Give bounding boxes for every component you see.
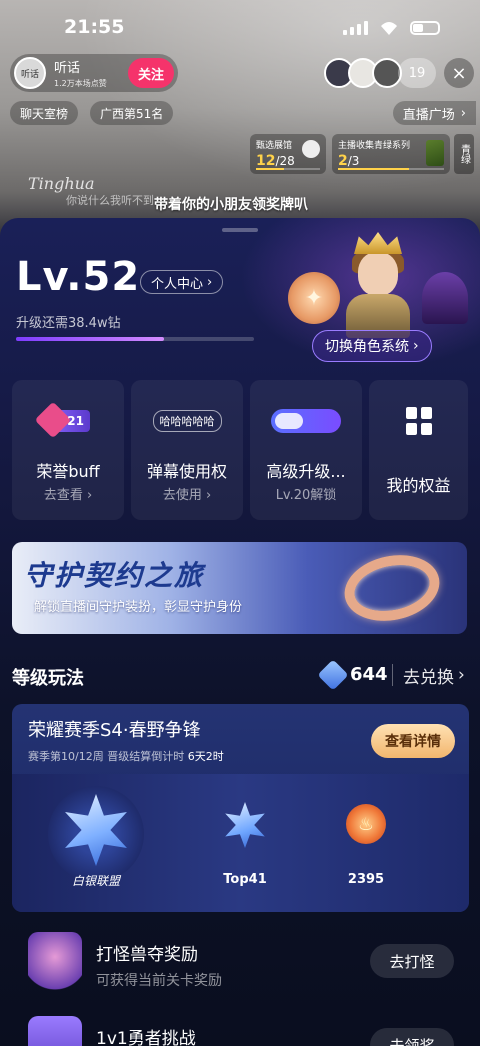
upgrade-requirement: 升级还需38.4w钻 (16, 316, 121, 331)
follow-button[interactable]: 关注 (128, 58, 174, 88)
level-title: Lv.52 (16, 254, 141, 300)
hero-character (340, 232, 416, 338)
status-icons (343, 20, 440, 36)
season-title: 荣耀赛季S4·春野争锋 (28, 720, 201, 741)
collection-card[interactable]: 主播收集青绿系列 2/3 (332, 134, 450, 174)
grid-icon (405, 407, 432, 435)
honor-badge-number: 21 (67, 414, 84, 428)
collection-progress (338, 168, 444, 170)
section-title: 等级玩法 (12, 668, 84, 689)
battery-icon (410, 21, 440, 35)
showcase-card[interactable]: 甄选展馆 12/28 (250, 134, 326, 174)
lyric-line: 你说什么我听不到 (66, 194, 154, 207)
perk-danmaku[interactable]: 哈哈哈哈哈 弹幕使用权 去使用 › (131, 380, 243, 520)
claim-reward-button[interactable]: 去领奖 (370, 1028, 454, 1046)
perk-unlock-requirement: Lv.20解锁 (275, 488, 337, 503)
wifi-icon (381, 22, 397, 35)
silver-league-emblem[interactable]: 白银联盟 (48, 786, 144, 888)
task-subtitle: 可获得当前关卡奖励 (96, 973, 222, 989)
status-bar: 21:55 (0, 14, 480, 42)
task-duel: 1v1勇者挑战 挑战 去领奖 (0, 1008, 480, 1046)
task-monster: 打怪兽夺奖励 可获得当前关卡奖励 去打怪 (0, 924, 480, 1014)
live-plaza-button[interactable]: 直播广场 › (392, 101, 476, 125)
perk-title: 我的权益 (386, 476, 451, 495)
star-emblem-icon (65, 794, 127, 866)
monster-avatar-icon (28, 932, 82, 994)
season-card: 荣耀赛季S4·春野争锋 赛季第10/12周 晋级结算倒计时 6天2时 查看详情 … (12, 704, 469, 912)
chevron-right-icon: › (207, 274, 213, 290)
danmaku-chip-icon: 哈哈哈哈哈 (152, 410, 222, 432)
fire-icon: ♨ (346, 804, 386, 844)
heat-value: 2395 (347, 872, 385, 887)
status-time: 21:55 (64, 16, 125, 38)
close-icon[interactable]: × (444, 58, 474, 88)
stream-caption: 带着你的小朋友领奖牌叭 (154, 197, 308, 213)
showcase-current: 12 (256, 153, 276, 169)
green-series-tag[interactable]: 青绿 (454, 134, 474, 174)
ring-icon (338, 546, 446, 630)
gem-balance: 644 (350, 664, 388, 685)
exchange-button[interactable]: 去兑换 › (392, 664, 465, 688)
showcase-total: /28 (275, 154, 295, 168)
season-stats: 白银联盟 Top41 ♨ 2395 (12, 774, 469, 912)
anchor-name: 听话 (54, 61, 81, 76)
viewer-count[interactable]: 19 (398, 58, 436, 88)
hooded-character (422, 272, 468, 324)
honor-badge-icon: 21 (46, 410, 90, 432)
perk-title: 荣誉buff (36, 462, 100, 481)
chevron-right-icon: › (458, 665, 465, 685)
stream-watermark: Tinghua (28, 174, 95, 193)
perk-my-rights[interactable]: 我的权益 (369, 380, 468, 520)
guardian-banner[interactable]: 守护契约之旅 解锁直播间守护装扮，彰显守护身份 (12, 542, 467, 634)
collection-current: 2 (338, 153, 348, 169)
fight-monster-button[interactable]: 去打怪 (370, 944, 454, 978)
task-title: 打怪兽夺奖励 (96, 945, 198, 965)
perk-title: 弹幕使用权 (146, 462, 227, 481)
toggle-icon (271, 409, 341, 433)
exchange-label: 去兑换 (403, 667, 454, 688)
personal-center-button[interactable]: 个人中心 › (140, 270, 224, 294)
switch-role-system-button[interactable]: 切换角色系统 › (312, 330, 432, 362)
perk-title: 高级升级... (266, 462, 346, 481)
showcase-progress (256, 168, 320, 170)
perk-action: 去查看 › (43, 488, 93, 503)
perk-honor-buff[interactable]: 21 荣誉buff 去查看 › (12, 380, 124, 520)
collection-total: /3 (347, 154, 360, 168)
switch-role-label: 切换角色系统 (325, 339, 409, 355)
chat-room-rank-tag[interactable]: 聊天室榜 (10, 101, 79, 125)
task-title: 1v1勇者挑战 (96, 1029, 196, 1046)
season-countdown: 赛季第10/12周 晋级结算倒计时 6天2时 (28, 750, 224, 763)
drag-handle[interactable] (222, 228, 258, 232)
banner-title: 守护契约之旅 (24, 559, 205, 592)
honor-emblem-icon: ✦ (288, 272, 340, 324)
showcase-thumb (302, 140, 320, 158)
anchor-info-pill[interactable]: 听话 听话 1.2万本场点赞 关注 (10, 54, 178, 92)
live-plaza-label: 直播广场 (402, 107, 455, 123)
level-progress-bar (16, 337, 254, 341)
perk-action: 去使用 › (162, 488, 212, 503)
personal-center-label: 个人中心 (151, 276, 204, 292)
view-details-button[interactable]: 查看详情 (371, 724, 455, 758)
banner-subtitle: 解锁直播间守护装扮，彰显守护身份 (34, 600, 243, 615)
anchor-avatar[interactable]: 听话 (14, 57, 46, 89)
level-panel: Lv.52 个人中心 › 升级还需38.4w钻 ✦ 切换角色系统 › 21 荣誉… (0, 218, 480, 1046)
rank-value: Top41 (223, 872, 267, 887)
shield-icon (28, 1016, 82, 1046)
signal-icon (343, 21, 368, 35)
collection-thumb (426, 140, 444, 166)
diamond-gem-icon (317, 659, 349, 691)
viewer-avatars[interactable] (324, 58, 402, 88)
anchor-likes: 1.2万本场点赞 (54, 79, 107, 88)
chevron-right-icon: › (413, 338, 419, 354)
chevron-right-icon: › (460, 105, 466, 121)
perk-advanced-upgrade[interactable]: 高级升级... Lv.20解锁 (250, 380, 362, 520)
region-rank-tag[interactable]: 广西第51名 (90, 101, 174, 125)
rank-star-icon (225, 802, 265, 848)
league-name: 白银联盟 (71, 874, 120, 888)
